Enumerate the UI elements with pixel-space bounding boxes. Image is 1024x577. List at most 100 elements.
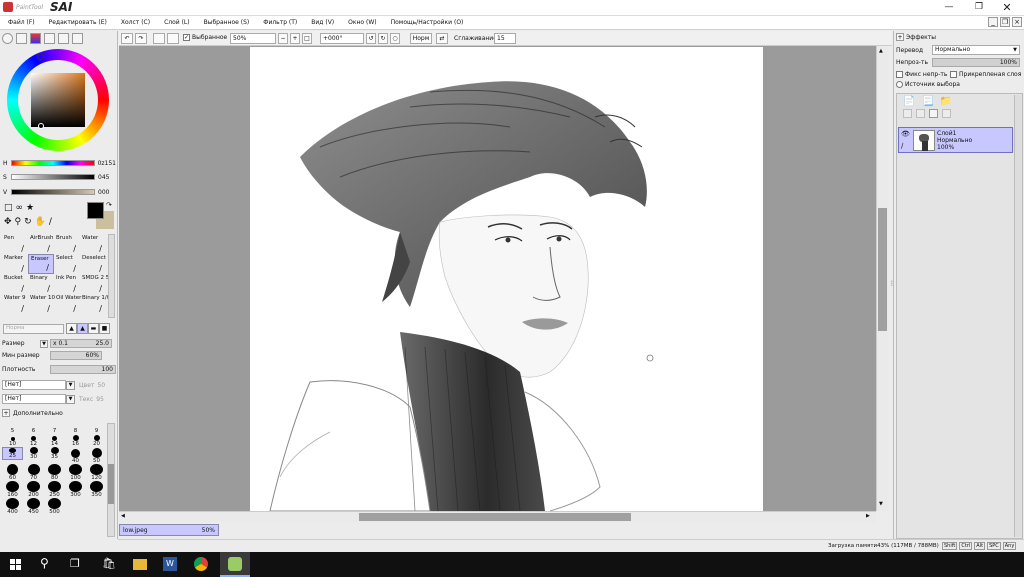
h-slider[interactable] xyxy=(10,160,95,166)
rotate-icon[interactable]: ↻ xyxy=(24,217,32,227)
texture2-select[interactable]: [Нет] xyxy=(2,394,66,404)
rect-select-icon[interactable]: □ xyxy=(4,203,13,213)
rotation-select[interactable]: +000° xyxy=(320,33,364,44)
tool-water-10[interactable]: Water 10 ∕ xyxy=(28,294,55,314)
canvas-drawing[interactable] xyxy=(250,47,763,511)
expand-icon[interactable]: + xyxy=(2,409,10,417)
brush-size-preset[interactable]: 25 xyxy=(2,447,23,460)
brush-size-preset[interactable]: 500 xyxy=(44,498,65,515)
zoom-out-icon[interactable]: − xyxy=(278,33,288,44)
brush-size-preset[interactable]: 30 xyxy=(23,447,44,460)
hue-marker[interactable] xyxy=(37,53,44,60)
flip-icon[interactable]: ⇄ xyxy=(436,33,448,44)
invert-select-icon[interactable] xyxy=(167,33,179,44)
windows-icon[interactable] xyxy=(10,559,21,570)
min-size-slider[interactable]: 60% xyxy=(50,351,102,360)
brush-size-preset[interactable]: 120 xyxy=(86,464,107,481)
eyedropper-icon[interactable]: ∕ xyxy=(49,217,52,227)
scroll-left-icon[interactable]: ◀ xyxy=(121,513,125,519)
scroll-up-icon[interactable]: ▲ xyxy=(879,48,883,54)
swap-colors-icon[interactable]: ↷ xyxy=(106,201,112,209)
explorer-icon[interactable] xyxy=(133,559,147,570)
brush-size-preset[interactable]: 8 xyxy=(65,423,86,434)
swatches-tab-icon[interactable] xyxy=(58,33,69,44)
transfer-down-icon[interactable] xyxy=(903,109,912,118)
magic-wand-icon[interactable]: ★ xyxy=(26,203,34,213)
new-linework-layer-icon[interactable]: 📃 xyxy=(921,96,933,107)
redo-icon[interactable]: ↷ xyxy=(135,33,147,44)
tool-brush[interactable]: Brush ∕ xyxy=(54,234,80,254)
effects-header[interactable]: + Эффекты xyxy=(896,33,936,41)
size-dropdown-icon[interactable]: ▼ xyxy=(40,339,48,348)
brush-shape-square-icon[interactable]: ■ xyxy=(99,323,110,334)
move-icon[interactable]: ✥ xyxy=(4,217,12,227)
selection-toggle[interactable]: ✓ Выбранное xyxy=(183,34,227,41)
selection-checkbox[interactable]: ✓ xyxy=(183,34,190,41)
mode-button[interactable]: Норм xyxy=(410,33,432,44)
word-icon[interactable]: W xyxy=(163,557,177,571)
lock-opacity-checkbox-row[interactable]: Фикс непр-ть xyxy=(896,71,947,78)
rgb-slider-tab-icon[interactable] xyxy=(16,33,27,44)
brush-size-preset[interactable]: 300 xyxy=(65,481,86,498)
canvas-horizontal-scrollbar[interactable]: ◀ ▶ xyxy=(119,511,876,522)
menu-view[interactable]: Вид (V) xyxy=(311,19,334,26)
brush-size-preset[interactable]: 80 xyxy=(44,464,65,481)
clip-layer-checkbox[interactable] xyxy=(950,71,957,78)
brush-size-preset[interactable]: 200 xyxy=(23,481,44,498)
brush-size-preset[interactable]: 12 xyxy=(23,434,44,447)
brush-shape-flat-icon[interactable]: ▲ xyxy=(66,323,77,334)
brush-size-preset[interactable]: 40 xyxy=(65,447,86,464)
texture2-dropdown-icon[interactable]: ▼ xyxy=(66,394,75,404)
zoom-in-icon[interactable]: + xyxy=(290,33,300,44)
sai-taskbar-button[interactable] xyxy=(220,552,250,577)
rotate-right-icon[interactable]: ↻ xyxy=(378,33,388,44)
document-tab[interactable]: low.jpeg 50% xyxy=(119,524,219,536)
brush-size-preset[interactable]: 7 xyxy=(44,423,65,434)
color-wheel-tab-icon[interactable] xyxy=(2,33,13,44)
size-slider[interactable]: x 0.1 25.0 xyxy=(50,339,112,348)
brush-shape-soft-icon[interactable]: ▲ xyxy=(77,323,88,334)
clip-layer-checkbox-row[interactable]: Прикрепленая слоя xyxy=(950,71,1021,78)
advanced-row[interactable]: + Дополнительно xyxy=(2,409,63,417)
hscroll-thumb[interactable] xyxy=(359,513,631,521)
tool-water-9[interactable]: Water 9 ∕ xyxy=(2,294,28,314)
size-presets-scrollbar[interactable] xyxy=(107,423,115,537)
color-marker[interactable] xyxy=(38,123,44,129)
brush-mode-select[interactable]: Норма xyxy=(3,323,64,334)
canvas-area[interactable] xyxy=(119,46,888,511)
smoothing-select[interactable]: 15 xyxy=(494,33,516,44)
mdi-minimize-icon[interactable]: _ xyxy=(988,17,998,27)
brush-size-preset[interactable]: 70 xyxy=(23,464,44,481)
mixer-tab-icon[interactable] xyxy=(44,33,55,44)
texture1-dropdown-icon[interactable]: ▼ xyxy=(66,380,75,390)
scroll-down-icon[interactable]: ▼ xyxy=(879,501,883,507)
brush-shape-hard-icon[interactable]: ▬ xyxy=(88,323,99,334)
scratchpad-tab-icon[interactable] xyxy=(72,33,83,44)
lasso-icon[interactable]: ∞ xyxy=(16,203,24,213)
mdi-restore-icon[interactable]: ❐ xyxy=(1000,17,1010,27)
menu-canvas[interactable]: Холст (C) xyxy=(121,19,150,26)
tool-marker[interactable]: Marker ∕ xyxy=(2,254,28,274)
selection-source-row[interactable]: Источник выбора xyxy=(896,81,960,88)
menu-file[interactable]: Файл (F) xyxy=(8,19,35,26)
merge-down-icon[interactable] xyxy=(916,109,925,118)
hand-icon[interactable]: ✋ xyxy=(35,217,46,227)
tool-select[interactable]: Select ∕ xyxy=(54,254,80,274)
rotate-left-icon[interactable]: ↺ xyxy=(366,33,376,44)
effects-expand-icon[interactable]: + xyxy=(896,33,904,41)
store-icon[interactable]: 🛍 xyxy=(102,557,116,570)
menu-layer[interactable]: Слой (L) xyxy=(164,19,190,26)
tool-deselect[interactable]: Deselect ∕ xyxy=(80,254,106,274)
tool-eraser[interactable]: Eraser ∕ xyxy=(28,254,54,274)
menu-selection[interactable]: Выбранное (S) xyxy=(204,19,250,26)
tool-binary-1-0[interactable]: Binary 1/0 ∕ xyxy=(80,294,110,314)
menu-window[interactable]: Окно (W) xyxy=(348,19,376,26)
brush-size-preset[interactable]: 6 xyxy=(23,423,44,434)
layer-visibility-icon[interactable]: 👁 xyxy=(901,130,910,138)
lock-opacity-checkbox[interactable] xyxy=(896,71,903,78)
menu-edit[interactable]: Редактировать (E) xyxy=(49,19,107,26)
brush-size-preset[interactable]: 450 xyxy=(23,498,44,515)
minimize-icon[interactable]: — xyxy=(938,0,960,14)
brush-size-preset[interactable]: 20 xyxy=(86,434,107,447)
s-slider[interactable] xyxy=(11,174,95,180)
